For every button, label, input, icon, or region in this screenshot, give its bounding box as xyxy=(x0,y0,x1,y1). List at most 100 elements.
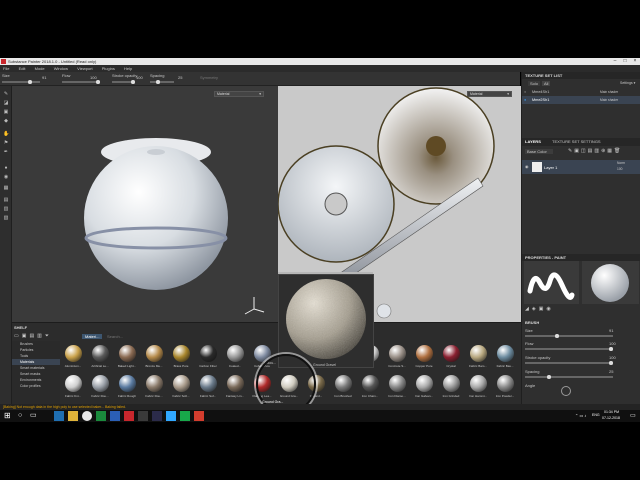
material-thumbnail[interactable] xyxy=(119,345,136,362)
material-thumbnail[interactable] xyxy=(470,345,487,362)
minimize-button[interactable]: – xyxy=(610,58,620,65)
shelf-search-input[interactable]: Search... xyxy=(107,334,123,339)
display-settings-icon[interactable]: ▤ xyxy=(3,198,9,203)
material-thumbnail[interactable] xyxy=(173,345,190,362)
filter-all[interactable]: All xyxy=(542,81,551,86)
material-thumbnail[interactable] xyxy=(227,375,244,392)
radio-icon[interactable]: ○ xyxy=(524,88,526,96)
photoshop-icon[interactable] xyxy=(166,411,176,421)
size-slider[interactable] xyxy=(2,80,40,84)
material-thumbnail[interactable] xyxy=(200,375,217,392)
material-thumbnail[interactable] xyxy=(389,345,406,362)
spacing-value[interactable]: 25 xyxy=(178,75,182,80)
file-explorer-icon[interactable] xyxy=(68,411,78,421)
material-thumbnail[interactable] xyxy=(173,375,190,392)
material-thumbnail[interactable] xyxy=(470,375,487,392)
tab-texture-set-settings[interactable]: TEXTURE SET SETTINGS xyxy=(552,139,601,144)
menu-file[interactable]: File xyxy=(3,66,9,71)
spacing-slider[interactable] xyxy=(150,80,174,84)
material-thumbnail[interactable] xyxy=(119,375,136,392)
system-tray-icons[interactable]: ⌃ ▭ ♪ xyxy=(575,413,586,418)
clone-icon[interactable]: ⚑ xyxy=(3,141,9,146)
chrome-icon[interactable] xyxy=(82,411,92,421)
opacity-value[interactable]: 100 xyxy=(136,75,143,80)
radio-selected-icon[interactable]: ● xyxy=(524,96,526,104)
clock-time[interactable]: 01:34 PM xyxy=(604,410,619,414)
material-thumbnail[interactable] xyxy=(92,375,109,392)
texture-set-item[interactable]: ○ Mme4Sh1 Main shader xyxy=(522,88,640,96)
word-icon[interactable] xyxy=(110,411,120,421)
color-picker-icon[interactable]: ✒ xyxy=(3,150,9,155)
menu-edit[interactable]: Edit xyxy=(19,66,26,71)
size-slider[interactable] xyxy=(525,334,613,338)
recorder-icon[interactable] xyxy=(194,411,204,421)
layer-actions-icon[interactable]: ✎▣◫▤▥⊕▦🗑 xyxy=(568,148,622,154)
texture-set-item[interactable]: ● Mme2Sh1 Main shader xyxy=(522,96,640,104)
paint-brush-icon[interactable]: ✎ xyxy=(3,92,9,97)
menu-plugins[interactable]: Plugins xyxy=(102,66,115,71)
material-thumbnail[interactable] xyxy=(389,375,406,392)
visibility-icon[interactable]: ◉ xyxy=(525,164,529,169)
material-thumbnail[interactable] xyxy=(200,345,217,362)
flow-slider[interactable] xyxy=(525,347,613,351)
camtasia-icon[interactable] xyxy=(180,411,190,421)
close-button[interactable]: × xyxy=(630,58,640,65)
angle-dial[interactable] xyxy=(561,386,571,396)
substance-painter-icon[interactable] xyxy=(124,411,134,421)
material-thumbnail[interactable] xyxy=(335,375,352,392)
menu-viewport[interactable]: Viewport xyxy=(77,66,93,71)
symmetry-label[interactable]: Symmetry xyxy=(200,75,218,80)
material-thumbnail[interactable] xyxy=(227,345,244,362)
material-thumbnail[interactable] xyxy=(416,375,433,392)
texture-set-settings-menu[interactable]: Settings ▾ xyxy=(620,81,635,85)
premiere-icon[interactable] xyxy=(152,411,162,421)
windows-start-icon[interactable]: ⊞ xyxy=(4,411,14,421)
geometry-fill-icon[interactable]: ◆ xyxy=(3,119,9,124)
menu-window[interactable]: Window xyxy=(54,66,68,71)
category-color-profiles[interactable]: Color profiles xyxy=(12,383,60,389)
app-icon[interactable] xyxy=(138,411,148,421)
material-thumbnail[interactable] xyxy=(497,375,514,392)
material-thumbnail[interactable] xyxy=(497,345,514,362)
search-icon[interactable]: ○ xyxy=(18,411,28,421)
maximize-button[interactable]: □ xyxy=(620,58,630,65)
menu-mode[interactable]: Mode xyxy=(35,66,45,71)
material-thumbnail[interactable] xyxy=(443,345,460,362)
clock-date[interactable]: 07-12-2018 xyxy=(602,416,620,420)
opacity-slider[interactable] xyxy=(112,80,135,84)
layout-icon[interactable]: ▦ xyxy=(3,186,9,191)
excel-icon[interactable] xyxy=(96,411,106,421)
flow-slider[interactable] xyxy=(62,80,100,84)
layer-row[interactable]: ◉ Layer 1 Norm 100 xyxy=(522,160,640,174)
shelf-tool-icons[interactable]: ▭▣▤▥⏷ xyxy=(14,333,52,339)
projection-icon[interactable]: ▣ xyxy=(3,110,9,115)
viewport-3d[interactable]: Material ▾ xyxy=(12,86,278,322)
task-view-icon[interactable]: ▭ xyxy=(30,411,40,421)
material-thumbnail[interactable] xyxy=(92,345,109,362)
material-thumbnail[interactable] xyxy=(65,375,82,392)
language-indicator[interactable]: ENG xyxy=(592,413,600,417)
tab-layers[interactable]: LAYERS xyxy=(525,139,541,144)
opacity-slider[interactable] xyxy=(525,361,613,365)
edge-icon[interactable] xyxy=(54,411,64,421)
view-icon[interactable]: ◉ xyxy=(3,175,9,180)
material-thumbnail[interactable] xyxy=(146,375,163,392)
menu-help[interactable]: Help xyxy=(124,66,132,71)
material-thumbnail[interactable] xyxy=(146,345,163,362)
eraser-icon[interactable]: ◪ xyxy=(3,101,9,106)
log-icon[interactable]: ▧ xyxy=(3,216,9,221)
filter-solo[interactable]: Solo xyxy=(528,81,541,86)
flow-value[interactable]: 100 xyxy=(90,75,97,80)
shader-settings-icon[interactable]: ▥ xyxy=(3,207,9,212)
material-thumbnail[interactable] xyxy=(416,345,433,362)
material-thumbnail[interactable] xyxy=(65,345,82,362)
material-thumbnail[interactable] xyxy=(443,375,460,392)
size-value[interactable]: 91 xyxy=(42,75,46,80)
notifications-icon[interactable]: ▭ xyxy=(630,412,636,419)
material-thumbnail[interactable] xyxy=(362,375,379,392)
spacing-slider[interactable] xyxy=(525,375,613,379)
filter-tag[interactable]: Materi... xyxy=(82,334,103,339)
properties-tabs-icon[interactable]: ◢◈▣◉ xyxy=(525,306,554,312)
channel-select[interactable]: Base Color xyxy=(525,149,553,154)
camera-icon[interactable]: ● xyxy=(3,166,9,171)
